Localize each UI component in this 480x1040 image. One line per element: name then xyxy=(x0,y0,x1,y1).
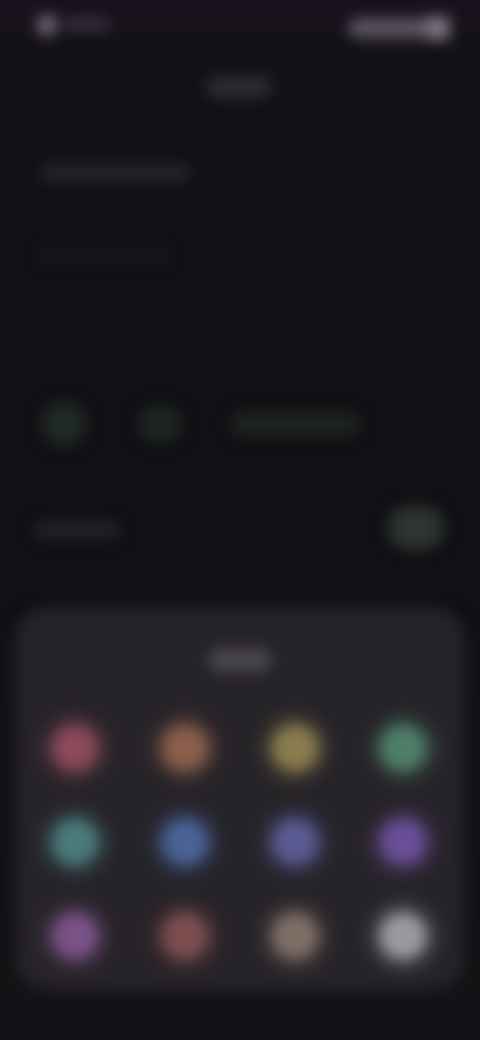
color-swatch-blue[interactable] xyxy=(162,819,208,865)
settings-row-label xyxy=(34,522,120,538)
settings-row-toggle[interactable] xyxy=(388,506,444,550)
description-text xyxy=(40,250,170,260)
color-swatch-sand[interactable] xyxy=(272,913,318,959)
status-time xyxy=(64,18,110,30)
color-swatch-purple[interactable] xyxy=(380,819,426,865)
color-grid xyxy=(20,700,460,990)
color-swatch-teal[interactable] xyxy=(52,819,98,865)
color-sheet-title xyxy=(208,648,272,672)
app-screen xyxy=(0,0,480,1040)
color-swatch-green[interactable] xyxy=(380,725,426,771)
color-swatch-magenta[interactable] xyxy=(52,913,98,959)
color-swatch-indigo[interactable] xyxy=(272,819,318,865)
color-swatch-orange[interactable] xyxy=(162,725,208,771)
preview-row xyxy=(36,396,376,456)
status-bar xyxy=(0,0,480,56)
page-subtitle xyxy=(40,164,190,182)
navigation-bar xyxy=(0,990,480,1040)
color-swatch-red[interactable] xyxy=(52,725,98,771)
notification-icon xyxy=(36,14,58,36)
preview-swatch-small[interactable] xyxy=(140,406,180,442)
page-title xyxy=(206,76,272,98)
battery-icon xyxy=(426,16,450,40)
preview-swatch-icon[interactable] xyxy=(42,402,86,446)
color-swatch-coral[interactable] xyxy=(162,913,208,959)
preview-swatch-bar[interactable] xyxy=(230,412,360,436)
color-swatch-white[interactable] xyxy=(380,913,426,959)
color-swatch-yellow[interactable] xyxy=(272,725,318,771)
